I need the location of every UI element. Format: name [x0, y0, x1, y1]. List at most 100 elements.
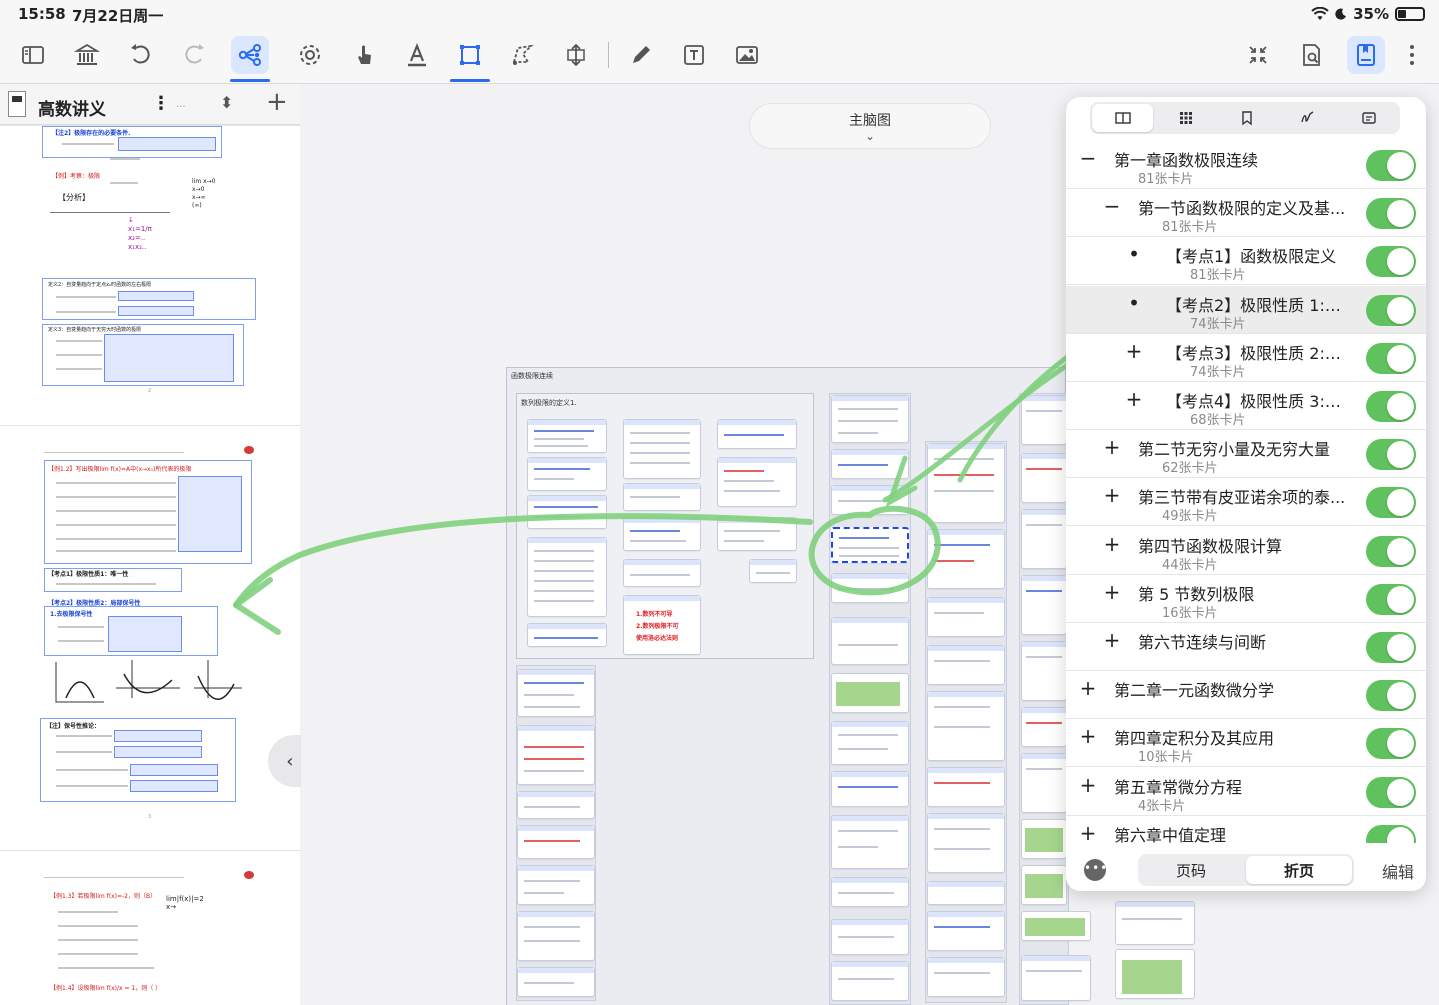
- highlight-region[interactable]: [118, 291, 194, 301]
- card[interactable]: [1021, 865, 1067, 905]
- card[interactable]: [927, 957, 1005, 997]
- undo-icon[interactable]: [122, 36, 160, 74]
- redo-icon[interactable]: [175, 36, 213, 74]
- card[interactable]: [1021, 911, 1091, 941]
- highlight-region[interactable]: [118, 137, 216, 151]
- expand-icon[interactable]: +: [1078, 821, 1098, 843]
- visibility-toggle[interactable]: [1366, 439, 1416, 471]
- card[interactable]: [1021, 819, 1067, 859]
- card[interactable]: [1021, 509, 1067, 569]
- card[interactable]: [831, 877, 909, 907]
- highlight-region[interactable]: [178, 476, 242, 552]
- text-highlight-icon[interactable]: [398, 36, 436, 74]
- outline-item[interactable]: + 第二章一元函数微分学: [1066, 671, 1426, 720]
- card[interactable]: [927, 813, 1005, 873]
- card-red-note[interactable]: 1.数列不可导 2.数列极限不可 使用洛必达法则: [623, 595, 701, 655]
- card[interactable]: [527, 419, 607, 453]
- selected-card[interactable]: [831, 527, 909, 563]
- outline-item[interactable]: + 第二节无穷小量及无穷大量 62张卡片: [1066, 430, 1426, 479]
- visibility-toggle[interactable]: [1366, 680, 1416, 712]
- visibility-toggle[interactable]: [1366, 487, 1416, 519]
- outline-item[interactable]: − 第一节函数极限的定义及基... 81张卡片: [1066, 189, 1426, 238]
- card[interactable]: [517, 967, 595, 997]
- library-icon[interactable]: [68, 36, 106, 74]
- bookmark-icon[interactable]: [1216, 102, 1277, 134]
- more-options-icon[interactable]: •••: [1084, 859, 1107, 881]
- hand-pointer-icon[interactable]: [345, 36, 383, 74]
- card[interactable]: [527, 623, 607, 647]
- card[interactable]: [717, 457, 797, 507]
- card[interactable]: [1021, 575, 1067, 635]
- expand-icon[interactable]: +: [1102, 532, 1122, 556]
- card[interactable]: [831, 771, 909, 807]
- card[interactable]: [831, 721, 909, 765]
- card[interactable]: [1021, 395, 1067, 445]
- card[interactable]: [831, 673, 909, 713]
- expand-icon[interactable]: +: [1078, 676, 1098, 700]
- segment-page-number[interactable]: 页码: [1138, 854, 1244, 886]
- visibility-toggle[interactable]: [1366, 535, 1416, 567]
- visibility-toggle[interactable]: [1366, 728, 1416, 760]
- pen-icon[interactable]: [622, 36, 660, 74]
- outline-item[interactable]: − 第一章函数极限连续 81张卡片: [1066, 141, 1426, 189]
- card[interactable]: [831, 573, 909, 603]
- card[interactable]: [831, 961, 909, 1001]
- collapse-icon[interactable]: [1239, 36, 1277, 74]
- expand-icon[interactable]: +: [1102, 628, 1122, 652]
- card[interactable]: [1115, 949, 1195, 999]
- document-page-1[interactable]: 【注2】极限存在的必要条件. 【例】考察：极限 【分析】 ↓ x₁=1/π x₂=.…: [0, 125, 300, 425]
- card[interactable]: [623, 483, 701, 511]
- highlight-region[interactable]: [114, 730, 202, 742]
- card[interactable]: [717, 419, 797, 449]
- expand-icon[interactable]: +: [1102, 435, 1122, 459]
- crop-icon[interactable]: [557, 36, 595, 74]
- card[interactable]: [927, 529, 1005, 589]
- card[interactable]: [717, 517, 797, 551]
- card[interactable]: [527, 537, 607, 617]
- card[interactable]: [1021, 453, 1067, 503]
- card[interactable]: [517, 669, 595, 717]
- collapse-icon[interactable]: −: [1102, 194, 1122, 218]
- expand-icon[interactable]: +: [1078, 773, 1098, 797]
- visibility-toggle[interactable]: [1366, 198, 1416, 230]
- outline-item[interactable]: + 第五章常微分方程 4张卡片: [1066, 768, 1426, 816]
- card[interactable]: [927, 691, 1005, 761]
- card[interactable]: [623, 517, 701, 551]
- sidebar-toggle-icon[interactable]: [14, 36, 52, 74]
- card[interactable]: [1021, 707, 1067, 747]
- outline-item[interactable]: • 【考点1】函数极限定义 81张卡片: [1066, 237, 1426, 286]
- book-icon[interactable]: [1347, 36, 1385, 74]
- highlight-region[interactable]: [130, 764, 218, 776]
- card[interactable]: [831, 617, 909, 665]
- handwriting-icon[interactable]: [1278, 102, 1339, 134]
- document-menu-icon[interactable]: ⋮: [152, 93, 170, 114]
- card[interactable]: [527, 457, 607, 491]
- visibility-toggle[interactable]: [1366, 342, 1416, 374]
- image-icon[interactable]: [728, 36, 766, 74]
- outline-item[interactable]: + 第 5 节数列极限 16张卡片: [1066, 575, 1426, 623]
- card[interactable]: [831, 449, 909, 479]
- search-page-icon[interactable]: [1292, 36, 1330, 74]
- edit-button[interactable]: 编辑: [1382, 859, 1414, 883]
- expand-icon[interactable]: +: [1124, 387, 1144, 411]
- card[interactable]: [517, 725, 595, 785]
- collapse-icon[interactable]: −: [1078, 146, 1098, 170]
- card[interactable]: [927, 443, 1005, 523]
- expand-icon[interactable]: +: [1102, 483, 1122, 507]
- card[interactable]: [1115, 901, 1195, 945]
- document-thumbnail[interactable]: [8, 91, 26, 117]
- book-open-icon[interactable]: [1092, 104, 1154, 132]
- visibility-toggle[interactable]: [1366, 632, 1416, 663]
- card[interactable]: [623, 559, 701, 587]
- settings-gear-icon[interactable]: [291, 36, 329, 74]
- outline-item[interactable]: • 【考点2】极限性质 1:唯... 74张卡片: [1066, 285, 1426, 334]
- visibility-toggle[interactable]: [1366, 824, 1416, 843]
- card[interactable]: [749, 559, 797, 583]
- card[interactable]: [831, 395, 909, 443]
- highlight-region[interactable]: [118, 306, 194, 316]
- highlight-region[interactable]: [108, 616, 182, 652]
- grid-icon[interactable]: [1155, 102, 1216, 134]
- card[interactable]: [927, 767, 1005, 807]
- card[interactable]: [831, 919, 909, 955]
- card[interactable]: [623, 419, 701, 479]
